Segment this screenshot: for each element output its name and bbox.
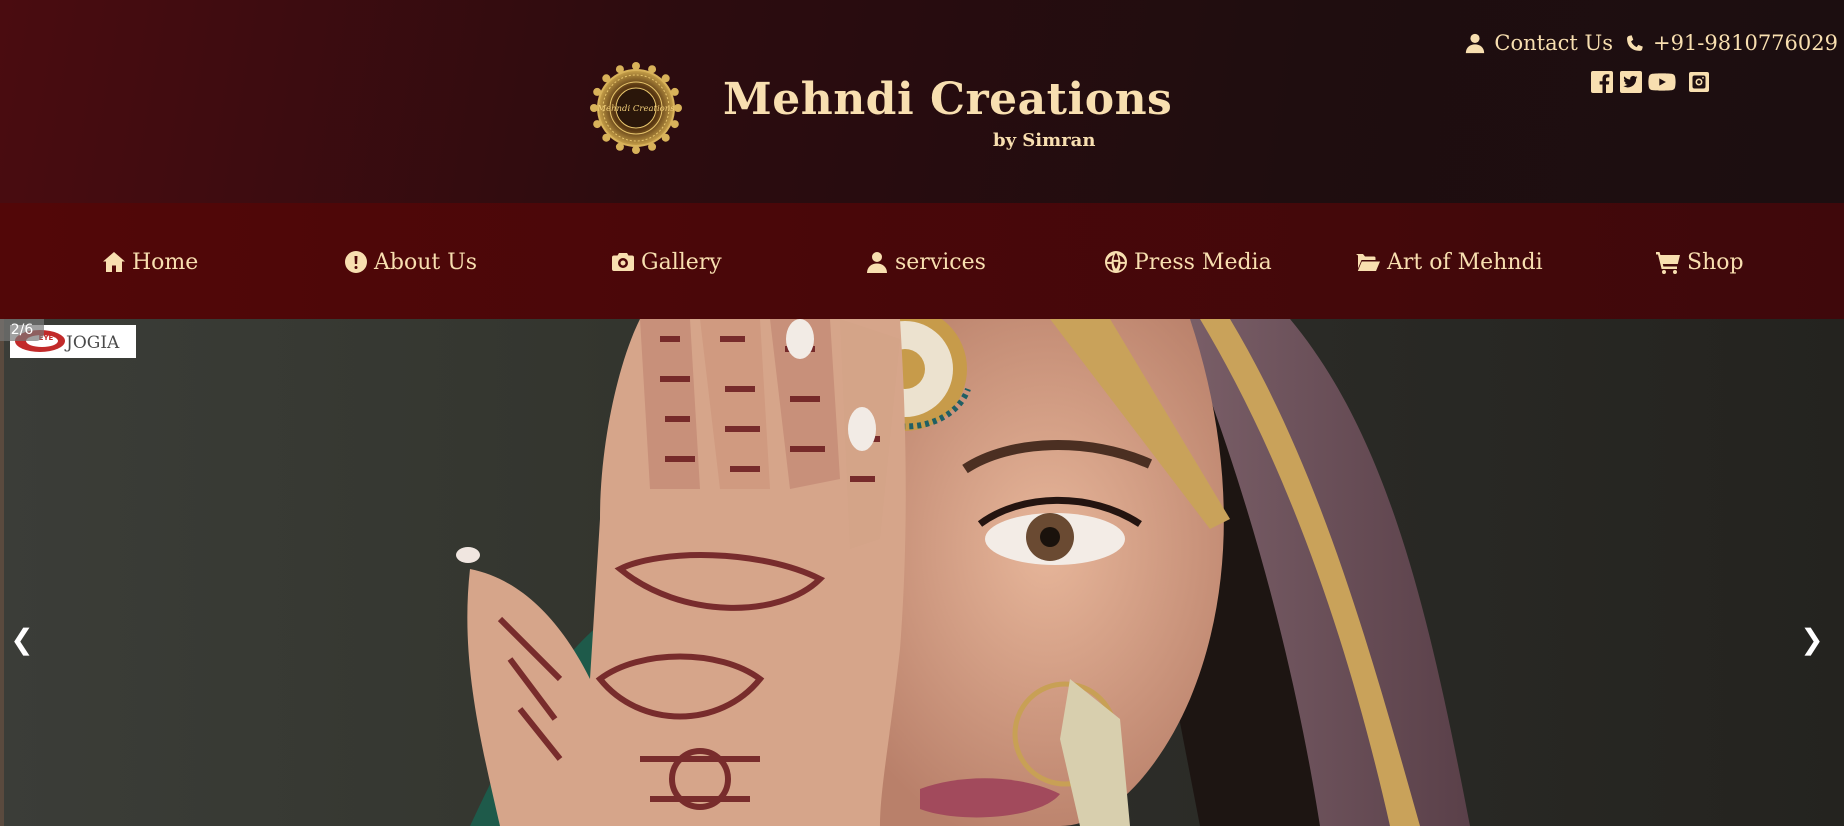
- info-icon: [345, 251, 367, 273]
- prev-slide-button[interactable]: ❮: [2, 619, 42, 659]
- nav-item-label: services: [895, 249, 986, 275]
- logo-text: Mehndi Creations: [596, 104, 675, 114]
- home-icon: [103, 252, 125, 272]
- logo-petal: [674, 104, 682, 112]
- brand-logo[interactable]: Mehndi Creations: [590, 62, 682, 154]
- youtube-link[interactable]: [1648, 70, 1676, 94]
- instagram-icon: [1689, 72, 1709, 92]
- nav-item-label: Press Media: [1134, 249, 1272, 275]
- youtube-icon: [1648, 73, 1676, 91]
- site-header: Mehndi Creations Mehndi Creations by Sim…: [0, 0, 1844, 203]
- twitter-link[interactable]: [1619, 70, 1643, 94]
- nav-item-press-media[interactable]: Press Media: [1104, 247, 1272, 277]
- camera-icon: [612, 253, 634, 271]
- nav-item-label: About Us: [374, 249, 478, 275]
- instagram-link[interactable]: [1687, 70, 1711, 94]
- nav-item-home[interactable]: Home: [102, 247, 198, 277]
- nav-item-label: Home: [132, 249, 199, 275]
- facebook-icon: [1591, 71, 1613, 93]
- facebook-link[interactable]: [1590, 70, 1614, 94]
- user-icon: [867, 252, 887, 273]
- nav-item-label: Shop: [1687, 249, 1744, 275]
- globe-icon: [1105, 251, 1127, 273]
- brand-title[interactable]: Mehndi Creations: [723, 74, 1172, 125]
- social-links: [1590, 69, 1711, 95]
- folder-open-icon: [1356, 254, 1380, 271]
- hero-slideshow: EYE JOGIA 2/6 ❮ ❯: [0, 319, 1844, 826]
- contact-bar: Contact Us +91-9810776029: [1464, 28, 1838, 58]
- logo-petal: [632, 62, 640, 70]
- nav-item-art-of-mehndi[interactable]: Art of Mehndi: [1355, 247, 1543, 277]
- user-icon: [1466, 33, 1485, 54]
- phone-link[interactable]: +91-9810776029: [1623, 31, 1838, 55]
- main-nav: Home About Us Gallery services Press Med…: [0, 203, 1844, 319]
- next-slide-button[interactable]: ❯: [1792, 619, 1832, 659]
- phone-icon: [1627, 35, 1643, 51]
- nav-item-shop[interactable]: Shop: [1655, 247, 1744, 277]
- contact-us-label: Contact Us: [1494, 31, 1613, 55]
- logo-petal: [632, 146, 640, 154]
- nav-item-label: Gallery: [641, 249, 722, 275]
- watermark-text: JOGIA: [64, 333, 120, 353]
- nav-item-about-us[interactable]: About Us: [344, 247, 477, 277]
- nav-item-label: Art of Mehndi: [1387, 249, 1543, 275]
- twitter-icon: [1620, 71, 1642, 93]
- cart-icon: [1656, 252, 1680, 274]
- nav-item-gallery[interactable]: Gallery: [611, 247, 722, 277]
- nav-item-services[interactable]: services: [865, 247, 986, 277]
- slide-image: [0, 319, 1844, 826]
- contact-us-link[interactable]: Contact Us: [1464, 31, 1613, 55]
- slide-counter: 2/6: [0, 319, 44, 341]
- phone-number: +91-9810776029: [1652, 31, 1838, 55]
- brand-subtitle: by Simran: [993, 130, 1096, 151]
